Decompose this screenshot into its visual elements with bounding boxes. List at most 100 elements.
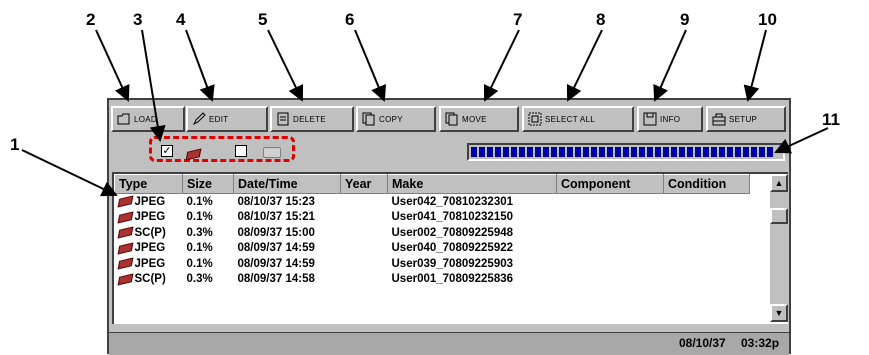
progress-segment bbox=[647, 147, 653, 157]
table-cell bbox=[341, 194, 388, 210]
table-cell: 0.3% bbox=[183, 272, 234, 288]
progress-segment bbox=[551, 147, 557, 157]
document-icon bbox=[276, 112, 290, 126]
toolbox-icon bbox=[712, 112, 726, 126]
table-row[interactable]: SC(P) 0.3% 08/09/37 14:58 User001_708092258… bbox=[115, 272, 750, 288]
progress-segment bbox=[623, 147, 629, 157]
progress-segment bbox=[759, 147, 765, 157]
progress-segment bbox=[527, 147, 533, 157]
table-cell: User041_70810232150 bbox=[388, 210, 557, 226]
table-row[interactable]: JPEG 0.1% 08/10/37 15:21 User041_7081023215… bbox=[115, 210, 750, 226]
scroll-down-arrow-icon[interactable]: ▼ bbox=[770, 304, 788, 322]
scroll-up-arrow-icon[interactable]: ▲ bbox=[770, 174, 788, 192]
file-type-icon bbox=[117, 257, 133, 270]
cell-text: 0.1% bbox=[186, 242, 213, 255]
table-cell bbox=[341, 225, 388, 241]
progress-segment bbox=[671, 147, 677, 157]
progress-segment bbox=[543, 147, 549, 157]
cell-text: 08/10/37 15:21 bbox=[237, 211, 315, 224]
table-cell bbox=[341, 210, 388, 226]
table-cell: JPEG bbox=[115, 194, 183, 210]
callout-2: 2 bbox=[86, 10, 96, 29]
column-datetime[interactable]: Date/Time bbox=[233, 174, 341, 194]
callout-9: 9 bbox=[680, 10, 690, 29]
table-cell: SC(P) bbox=[115, 272, 183, 288]
move-button[interactable]: MOVE bbox=[439, 106, 519, 132]
table-cell: User042_70810232301 bbox=[388, 194, 557, 210]
cell-text: User001_70809225836 bbox=[391, 273, 514, 286]
load-button[interactable]: LOAD bbox=[111, 106, 185, 132]
file-list: Type Size Date/Time Year Make Component … bbox=[112, 172, 788, 324]
table-cell: 0.1% bbox=[183, 256, 234, 272]
callout-8: 8 bbox=[596, 10, 606, 29]
select-all-button[interactable]: SELECT ALL bbox=[522, 106, 634, 132]
edit-button[interactable]: EDIT bbox=[186, 106, 268, 132]
callout-4: 4 bbox=[176, 10, 186, 29]
file-type-gray-icon bbox=[263, 147, 281, 158]
progress-segment bbox=[711, 147, 717, 157]
info-button[interactable]: INFO bbox=[637, 106, 703, 132]
progress-segment bbox=[663, 147, 669, 157]
callout-10: 10 bbox=[758, 10, 777, 29]
progress-segment bbox=[559, 147, 565, 157]
table-cell: JPEG bbox=[115, 210, 183, 226]
setup-label: SETUP bbox=[729, 114, 758, 124]
filter-checkbox-2[interactable] bbox=[235, 145, 247, 157]
cell-text: User040_70809225922 bbox=[391, 242, 514, 255]
progress-segment bbox=[471, 147, 477, 157]
progress-segment bbox=[567, 147, 573, 157]
cell-text: 08/09/37 14:58 bbox=[237, 273, 315, 286]
progress-segment bbox=[607, 147, 613, 157]
table-row[interactable]: JPEG 0.1% 08/10/37 15:23 User042_7081023230… bbox=[115, 194, 750, 210]
column-type[interactable]: Type bbox=[114, 174, 183, 194]
cell-text: JPEG bbox=[134, 242, 166, 255]
progress-segment bbox=[743, 147, 749, 157]
delete-button[interactable]: DELETE bbox=[270, 106, 354, 132]
scroll-thumb[interactable] bbox=[770, 208, 788, 224]
file-type-icon bbox=[117, 211, 133, 224]
filter-checkbox-1[interactable]: ✓ bbox=[161, 145, 173, 157]
cell-text: 0.3% bbox=[186, 273, 213, 286]
table-row[interactable]: JPEG 0.1% 08/09/37 14:59 User040_7080922592… bbox=[115, 241, 750, 257]
progress-segment bbox=[591, 147, 597, 157]
status-time: 03:32p bbox=[741, 336, 780, 350]
column-condition[interactable]: Condition bbox=[663, 174, 750, 194]
progress-segment bbox=[599, 147, 605, 157]
copy-button[interactable]: COPY bbox=[356, 106, 436, 132]
copy-label: COPY bbox=[379, 114, 403, 124]
progress-segment bbox=[695, 147, 701, 157]
status-bar: 08/10/37 03:32p bbox=[109, 332, 789, 355]
column-year[interactable]: Year bbox=[340, 174, 388, 194]
table-cell: 0.3% bbox=[183, 225, 234, 241]
cell-text: JPEG bbox=[134, 257, 166, 270]
table-cell bbox=[557, 241, 664, 257]
table-row[interactable]: JPEG 0.1% 08/09/37 14:59 User039_7080922590… bbox=[115, 256, 750, 272]
file-type-icon bbox=[117, 242, 133, 255]
cell-text: 08/09/37 14:59 bbox=[237, 242, 315, 255]
table-cell: 08/09/37 14:59 bbox=[234, 241, 341, 257]
table-cell: 08/09/37 14:59 bbox=[234, 256, 341, 272]
progress-segment bbox=[639, 147, 645, 157]
cell-text: JPEG bbox=[134, 195, 166, 208]
move-label: MOVE bbox=[462, 114, 487, 124]
callout-1: 1 bbox=[10, 135, 20, 154]
cell-text: 08/09/37 15:00 bbox=[237, 226, 315, 239]
progress-segment bbox=[735, 147, 741, 157]
progress-segment bbox=[495, 147, 501, 157]
column-make[interactable]: Make bbox=[387, 174, 557, 194]
folder-icon bbox=[117, 112, 131, 126]
table-cell: User002_70809225948 bbox=[388, 225, 557, 241]
table-cell bbox=[557, 272, 664, 288]
cell-text: 0.1% bbox=[186, 195, 213, 208]
vertical-scrollbar[interactable]: ▲ ▼ bbox=[770, 174, 788, 322]
table-row[interactable]: SC(P) 0.3% 08/09/37 15:00 User002_708092259… bbox=[115, 225, 750, 241]
table-header-row: Type Size Date/Time Year Make Component … bbox=[114, 174, 750, 194]
table-cell bbox=[664, 272, 750, 288]
setup-button[interactable]: SETUP bbox=[706, 106, 786, 132]
column-size[interactable]: Size bbox=[182, 174, 234, 194]
callout-11: 11 bbox=[822, 110, 840, 129]
column-component[interactable]: Component bbox=[556, 174, 664, 194]
toolbar: LOAD EDIT DELETE COPY MOVE SELECT ALL IN… bbox=[109, 102, 789, 134]
disk-icon bbox=[643, 112, 657, 126]
table-cell: 0.1% bbox=[183, 241, 234, 257]
